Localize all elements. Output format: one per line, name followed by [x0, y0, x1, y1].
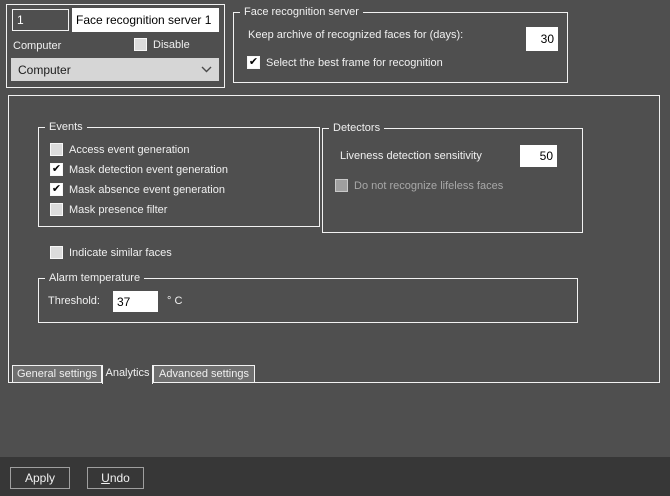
detectors-group-title: Detectors — [329, 122, 385, 135]
server-group-title: Face recognition server — [240, 6, 363, 19]
archive-days-label: Keep archive of recognized faces for (da… — [248, 29, 464, 41]
computer-select-value: Computer — [18, 62, 71, 77]
mask-detection-checkbox[interactable] — [50, 163, 63, 176]
liveness-sensitivity-input[interactable] — [520, 145, 557, 167]
lifeless-faces-label: Do not recognize lifeless faces — [354, 179, 504, 192]
name-field[interactable] — [72, 8, 219, 32]
tab-advanced-settings[interactable]: Advanced settings — [153, 365, 255, 383]
undo-button[interactable]: Undo — [87, 467, 144, 489]
mask-absence-checkbox[interactable] — [50, 183, 63, 196]
access-event-checkbox[interactable] — [50, 143, 63, 156]
mask-presence-label: Mask presence filter — [69, 203, 168, 216]
id-field[interactable] — [12, 9, 69, 31]
identity-panel: Computer Disable Computer — [6, 4, 225, 88]
events-group: Events Access event generation Mask dete… — [38, 121, 320, 227]
undo-label-rest: ndo — [109, 471, 130, 485]
threshold-input[interactable] — [113, 291, 158, 312]
tab-analytics[interactable]: Analytics — [102, 365, 153, 384]
lifeless-faces-checkbox[interactable] — [335, 179, 348, 192]
mask-absence-checkbox-row[interactable]: Mask absence event generation — [50, 183, 225, 196]
computer-select[interactable]: Computer — [11, 58, 219, 81]
best-frame-checkbox-row[interactable]: Select the best frame for recognition — [247, 56, 443, 69]
mask-presence-checkbox[interactable] — [50, 203, 63, 216]
disable-checkbox-row[interactable]: Disable — [134, 38, 190, 51]
apply-button[interactable]: Apply — [10, 467, 70, 489]
tab-general-settings[interactable]: General settings — [12, 365, 102, 383]
computer-label: Computer — [13, 40, 62, 52]
detectors-group: Detectors Liveness detection sensitivity… — [322, 122, 583, 233]
mask-absence-label: Mask absence event generation — [69, 183, 225, 196]
best-frame-label: Select the best frame for recognition — [266, 56, 443, 69]
access-event-label: Access event generation — [69, 143, 190, 156]
chevron-down-icon — [201, 66, 212, 73]
threshold-label: Threshold: — [48, 295, 100, 307]
similar-faces-checkbox-row[interactable]: Indicate similar faces — [50, 246, 172, 259]
similar-faces-checkbox[interactable] — [50, 246, 63, 259]
undo-accelerator: U — [101, 471, 110, 485]
settings-window: Computer Disable Computer Face recogniti… — [0, 0, 670, 496]
events-group-title: Events — [45, 121, 87, 134]
threshold-unit-label: ° C — [167, 295, 183, 307]
mask-presence-checkbox-row[interactable]: Mask presence filter — [50, 203, 167, 216]
disable-label: Disable — [153, 38, 190, 51]
face-recognition-server-group: Face recognition server Keep archive of … — [233, 6, 568, 83]
mask-detection-label: Mask detection event generation — [69, 163, 228, 176]
alarm-group-title: Alarm temperature — [45, 272, 145, 285]
access-event-checkbox-row[interactable]: Access event generation — [50, 143, 189, 156]
footer-bar: Apply Undo — [0, 457, 670, 496]
best-frame-checkbox[interactable] — [247, 56, 260, 69]
lifeless-faces-checkbox-row[interactable]: Do not recognize lifeless faces — [335, 179, 503, 192]
archive-days-input[interactable] — [526, 27, 558, 51]
mask-detection-checkbox-row[interactable]: Mask detection event generation — [50, 163, 228, 176]
liveness-sensitivity-label: Liveness detection sensitivity — [340, 150, 482, 162]
alarm-temperature-group: Alarm temperature Threshold: ° C — [38, 272, 578, 323]
disable-checkbox[interactable] — [134, 38, 147, 51]
similar-faces-label: Indicate similar faces — [69, 246, 172, 259]
